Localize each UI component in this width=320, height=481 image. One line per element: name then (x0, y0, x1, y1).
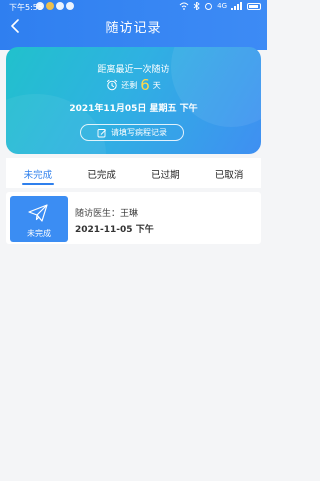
paper-plane-icon (28, 204, 48, 222)
navigation-bar: 随访记录 (0, 13, 267, 41)
status-tabs: 未完成 已完成 已过期 已取消 (6, 158, 261, 188)
page-title: 随访记录 (105, 21, 162, 36)
remaining-suffix: 天 (152, 81, 161, 90)
visit-date: 2021-11-05 下午 (75, 225, 154, 235)
next-visit-card: 距离最近一次随访 还剩 6 天 2021年11月05日 星期五 下午 请填写病程… (6, 47, 261, 154)
alarm-icon (205, 3, 213, 10)
network-type: 4G (217, 2, 227, 10)
bluetooth-icon (193, 2, 200, 10)
wifi-icon (179, 2, 189, 10)
status-right: 4G (179, 2, 261, 10)
sync-icon (56, 2, 64, 10)
doctor-prefix: 随访医生： (75, 209, 121, 219)
tab-incomplete[interactable]: 未完成 (6, 158, 70, 188)
tab-expired[interactable]: 已过期 (134, 158, 198, 188)
remaining-days-row: 还剩 6 天 (6, 78, 261, 93)
notification-icons (36, 2, 74, 10)
fill-medical-record-label: 请填写病程记录 (111, 128, 167, 137)
tab-completed[interactable]: 已完成 (70, 158, 134, 188)
next-visit-caption: 距离最近一次随访 (97, 65, 170, 75)
next-visit-date: 2021年11月05日 星期五 下午 (69, 104, 198, 114)
visit-list-item[interactable]: 未完成 随访医生：王琳 2021-11-05 下午 (6, 192, 261, 244)
message-icon (66, 2, 74, 10)
notification-icon (36, 2, 44, 10)
visit-doctor: 随访医生：王琳 (75, 206, 138, 219)
remaining-days-count: 6 (140, 76, 150, 94)
tab-cancelled[interactable]: 已取消 (197, 158, 261, 188)
edit-note-icon (97, 128, 107, 137)
alarm-clock-icon (107, 79, 118, 91)
doctor-name: 王琳 (120, 209, 139, 219)
visit-status-badge: 未完成 (10, 196, 68, 242)
status-bar: 下午5:55 4G (0, 0, 267, 13)
remaining-prefix: 还剩 (121, 81, 138, 90)
battery-icon (247, 2, 261, 10)
signal-icon (231, 2, 242, 10)
app-notification-icon (46, 2, 54, 10)
fill-medical-record-button[interactable]: 请填写病程记录 (80, 124, 184, 141)
visit-status-label: 未完成 (27, 229, 51, 238)
